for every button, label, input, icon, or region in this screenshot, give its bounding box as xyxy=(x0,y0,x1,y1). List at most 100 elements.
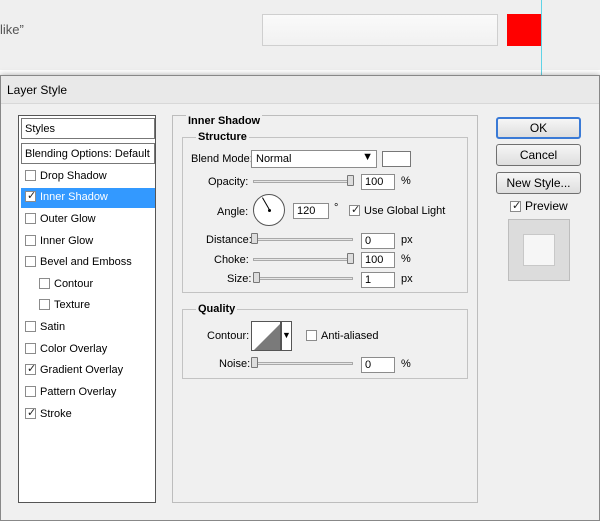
checkmark-icon: ✓ xyxy=(27,363,37,375)
noise-unit: % xyxy=(401,358,411,370)
distance-input[interactable]: 0 xyxy=(361,233,395,249)
blending-options-item[interactable]: Blending Options: Default xyxy=(21,143,155,164)
blend-mode-value: Normal xyxy=(256,153,292,165)
effect-texture[interactable]: Texture xyxy=(21,296,155,316)
dropdown-arrow-icon: ▼ xyxy=(282,330,291,340)
effect-label: Pattern Overlay xyxy=(40,386,117,398)
preview-thumbnail xyxy=(523,234,555,266)
styles-header[interactable]: Styles xyxy=(21,118,155,139)
choke-slider[interactable] xyxy=(253,258,353,261)
choke-slider-thumb[interactable] xyxy=(347,253,354,264)
styles-list-panel: Styles Blending Options: Default Drop Sh… xyxy=(18,115,156,503)
effect-inner-shadow[interactable]: ✓ Inner Shadow xyxy=(21,188,155,208)
preview-label: Preview xyxy=(525,199,568,213)
angle-dial[interactable] xyxy=(253,194,285,226)
contour-curve-icon xyxy=(254,324,280,350)
effect-label: Inner Shadow xyxy=(40,191,108,203)
preview-toggle[interactable]: ✓ Preview xyxy=(510,199,568,213)
opacity-label: Opacity: xyxy=(208,176,249,188)
effect-pattern-overlay[interactable]: Pattern Overlay xyxy=(21,383,155,403)
inner-shadow-title: Inner Shadow xyxy=(186,115,263,127)
angle-unit: ° xyxy=(334,202,339,214)
size-slider[interactable] xyxy=(253,277,353,280)
effect-label: Outer Glow xyxy=(40,213,96,225)
outer-glow-checkbox[interactable] xyxy=(25,213,36,224)
choke-unit: % xyxy=(401,253,411,265)
effect-label: Texture xyxy=(54,299,91,311)
quality-title: Quality xyxy=(196,303,238,315)
checkmark-icon: ✓ xyxy=(351,204,361,216)
new-style-button[interactable]: New Style... xyxy=(496,172,581,194)
gradient-overlay-checkbox[interactable]: ✓ xyxy=(25,363,37,375)
satin-checkbox[interactable] xyxy=(25,321,36,332)
pattern-overlay-checkbox[interactable] xyxy=(25,386,36,397)
effect-label: Drop Shadow xyxy=(40,170,107,182)
choke-input[interactable]: 100 xyxy=(361,252,395,268)
effect-label: Bevel and Emboss xyxy=(40,256,132,268)
canvas-field xyxy=(262,14,498,46)
opacity-unit: % xyxy=(401,175,411,187)
effect-drop-shadow[interactable]: Drop Shadow xyxy=(21,167,155,187)
bevel-emboss-checkbox[interactable] xyxy=(25,256,36,267)
contour-dropdown[interactable]: ▼ xyxy=(281,321,292,351)
canvas-text: like” xyxy=(0,22,24,37)
drop-shadow-checkbox[interactable] xyxy=(25,170,36,181)
inner-glow-checkbox[interactable] xyxy=(25,235,36,246)
size-label: Size: xyxy=(227,273,252,285)
anti-aliased[interactable]: Anti-aliased xyxy=(306,330,378,342)
noise-slider[interactable] xyxy=(253,362,353,365)
texture-checkbox[interactable] xyxy=(39,299,50,310)
shadow-color-swatch[interactable] xyxy=(382,151,411,167)
size-slider-thumb[interactable] xyxy=(253,272,260,283)
angle-input[interactable]: 120 xyxy=(293,203,329,219)
anti-aliased-label: Anti-aliased xyxy=(321,330,379,342)
effect-label: Gradient Overlay xyxy=(40,364,124,376)
effect-satin[interactable]: Satin xyxy=(21,318,155,338)
stroke-checkbox[interactable]: ✓ xyxy=(25,407,37,419)
effect-color-overlay[interactable]: Color Overlay xyxy=(21,340,155,360)
effect-contour[interactable]: Contour xyxy=(21,275,155,295)
effect-label: Inner Glow xyxy=(40,235,94,247)
effect-gradient-overlay[interactable]: ✓ Gradient Overlay xyxy=(21,361,155,381)
style-preview xyxy=(508,219,570,281)
effect-stroke[interactable]: ✓ Stroke xyxy=(21,405,155,425)
effect-bevel-emboss[interactable]: Bevel and Emboss xyxy=(21,253,155,273)
preview-checkbox[interactable]: ✓ xyxy=(510,200,521,212)
size-unit: px xyxy=(401,273,413,285)
use-global-light-label: Use Global Light xyxy=(364,205,446,217)
structure-title: Structure xyxy=(196,131,249,143)
effect-label: Contour xyxy=(54,278,94,290)
checkmark-icon: ✓ xyxy=(27,407,37,419)
contour-picker[interactable] xyxy=(251,321,281,351)
canvas-red-swatch xyxy=(507,14,542,46)
effect-label: Color Overlay xyxy=(40,343,108,355)
distance-unit: px xyxy=(401,234,413,246)
opacity-slider[interactable] xyxy=(253,180,353,183)
blend-mode-select[interactable]: Normal ▼ xyxy=(251,150,377,168)
use-global-light-checkbox[interactable]: ✓ xyxy=(349,204,361,216)
effect-outer-glow[interactable]: Outer Glow xyxy=(21,210,155,230)
noise-label: Noise: xyxy=(219,358,251,370)
opacity-slider-thumb[interactable] xyxy=(347,175,354,186)
ok-button[interactable]: OK xyxy=(496,117,581,139)
opacity-input[interactable]: 100 xyxy=(361,174,395,190)
distance-slider[interactable] xyxy=(253,238,353,241)
contour-checkbox[interactable] xyxy=(39,278,50,289)
noise-slider-thumb[interactable] xyxy=(251,357,258,368)
choke-label: Choke: xyxy=(214,254,249,266)
cancel-button[interactable]: Cancel xyxy=(496,144,581,166)
use-global-light[interactable]: ✓ Use Global Light xyxy=(349,204,446,217)
size-input[interactable]: 1 xyxy=(361,272,395,288)
distance-label: Distance: xyxy=(206,234,252,246)
noise-input[interactable]: 0 xyxy=(361,357,395,373)
angle-label: Angle: xyxy=(217,206,249,218)
effect-inner-glow[interactable]: Inner Glow xyxy=(21,232,155,252)
blend-mode-label: Blend Mode: xyxy=(191,153,253,165)
distance-slider-thumb[interactable] xyxy=(251,233,258,244)
color-overlay-checkbox[interactable] xyxy=(25,343,36,354)
dialog-title: Layer Style xyxy=(7,83,68,97)
inner-shadow-checkbox[interactable]: ✓ xyxy=(25,190,36,202)
anti-aliased-checkbox[interactable] xyxy=(306,330,317,341)
title-bar[interactable]: Layer Style xyxy=(1,76,599,104)
effect-label: Stroke xyxy=(40,408,72,420)
